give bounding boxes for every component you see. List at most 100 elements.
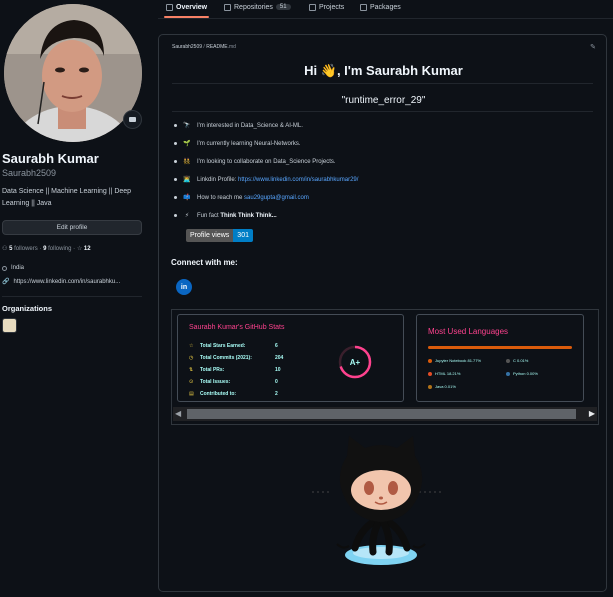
following-count: 9	[43, 246, 47, 252]
tab-packages-label: Packages	[370, 3, 401, 11]
tab-overview-label: Overview	[176, 3, 208, 11]
list-item-text: I'm interested in Data_Science & AI-ML.	[197, 122, 303, 129]
seedling-icon: 🌱	[183, 141, 191, 147]
scrollbar-thumb[interactable]	[187, 409, 576, 419]
readme-path: Saurabh2509 / README.md	[172, 44, 236, 50]
status-icon[interactable]	[123, 110, 142, 129]
language-item: HTML 18.21%	[428, 371, 460, 376]
sidebar-divider	[2, 296, 142, 297]
fun-fact-text: Think Think Think...	[220, 212, 277, 219]
stats-label: Contributed to:	[200, 391, 237, 397]
stats-value: 6	[275, 343, 278, 349]
clock-icon: ◷	[189, 355, 194, 361]
following-link[interactable]: 9 following	[43, 246, 73, 252]
stats-label: Total Stars Earned:	[200, 343, 246, 349]
location-text: India	[11, 265, 25, 271]
followers-label: followers	[14, 246, 38, 252]
stats-value: 10	[275, 367, 281, 373]
stats-label: Total PRs:	[200, 367, 225, 373]
readme-handle: "runtime_error_29"	[341, 95, 426, 106]
list-item-text: I'm currently learning Neural-Networks.	[197, 140, 301, 147]
stats-table: Saurabh Kumar's GitHub Stats ☆ Total Sta…	[171, 309, 599, 425]
technologist-icon: 👨‍💻	[183, 177, 191, 183]
list-item-text: Fun fact	[197, 212, 221, 219]
linkedin-icon[interactable]: in	[176, 279, 192, 295]
list-item: 🔭 I'm interested in Data_Science & AI-ML…	[174, 122, 303, 129]
star-icon: ☆	[189, 343, 194, 349]
tab-projects[interactable]: Projects	[309, 1, 344, 13]
languages-card[interactable]: Most Used Languages Jupyter Notebook 81.…	[416, 314, 584, 402]
stats-title: Saurabh Kumar's GitHub Stats	[189, 324, 285, 331]
avatar[interactable]	[4, 4, 142, 142]
language-item: Java 0.01%	[428, 384, 456, 389]
list-item: 📫 How to reach me sau29gupta@gmail.com	[174, 194, 309, 201]
organizations-title: Organizations	[2, 304, 53, 313]
project-icon	[309, 3, 316, 11]
profile-login: Saurabh2509	[2, 168, 57, 178]
profile-views-badge: Profile views 301	[186, 229, 253, 242]
readme-greeting: Hi 👋, I'm Saurabh Kumar	[304, 63, 463, 78]
list-item: 🌱 I'm currently learning Neural-Networks…	[174, 140, 301, 147]
stats-value: 2	[275, 391, 278, 397]
star-icon: ☆	[76, 246, 83, 252]
email-link[interactable]: sau29gupta@gmail.com	[244, 195, 309, 201]
people-icon: ⚇	[2, 246, 8, 252]
stats-value: 204	[275, 355, 284, 361]
following-label: following	[48, 246, 72, 252]
list-item: ⚡ Fun fact Think Think Think...	[174, 212, 277, 219]
stats-label: Total Commits (2021):	[200, 355, 252, 361]
edit-profile-button[interactable]: Edit profile	[2, 220, 142, 235]
followers-link[interactable]: 5 followers	[9, 246, 39, 252]
pencil-icon[interactable]: ✎	[590, 43, 596, 51]
follow-stats: ⚇ 5 followers · 9 following · ☆ 12	[2, 246, 91, 252]
scroll-right-icon[interactable]: ▶	[589, 409, 595, 419]
language-label: HTML 18.21%	[435, 371, 461, 376]
languages-title: Most Used Languages	[428, 327, 509, 336]
language-label: Java 0.01%	[435, 384, 456, 389]
grade-ring: A+	[338, 345, 372, 379]
issue-icon: ⊙	[189, 379, 194, 385]
profile-tabs: Overview Repositories 51 Projects Packag…	[158, 0, 613, 19]
linkedin-profile-link[interactable]: https://www.linkedin.com/in/saurabhkumar…	[238, 177, 358, 183]
list-item: 👯 I'm looking to collaborate on Data_Sci…	[174, 158, 336, 165]
divider	[172, 111, 593, 112]
link-icon: 🔗	[2, 279, 10, 285]
location-row: India	[2, 265, 24, 271]
stats-row: ☆ Total Stars Earned: 6	[189, 343, 278, 349]
tab-repositories[interactable]: Repositories 51	[224, 1, 291, 13]
website-row[interactable]: 🔗 https://www.linkedin.com/in/saurabhku.…	[2, 278, 120, 286]
languages-bar	[428, 346, 572, 349]
readme-path-user[interactable]: Saurabh2509	[172, 44, 202, 50]
list-item-text: How to reach me	[197, 194, 245, 201]
repo-icon: ▤	[189, 391, 194, 397]
scroll-left-icon[interactable]: ◀	[175, 409, 181, 419]
repo-icon	[224, 3, 231, 11]
pull-request-icon: ⇅	[189, 367, 194, 373]
tab-overview[interactable]: Overview	[163, 1, 210, 18]
badge-label: Profile views	[186, 229, 234, 242]
profile-bio: Data Science || Machine Learning || Deep…	[2, 188, 132, 207]
stats-value: 0	[275, 379, 278, 385]
telescope-icon: 🔭	[183, 123, 191, 129]
website-link[interactable]: https://www.linkedin.com/in/saurabhku...	[13, 279, 120, 285]
stats-row: ▤ Contributed to: 2	[189, 391, 278, 397]
mailbox-icon: 📫	[183, 195, 191, 201]
readme-path-ext: .md	[227, 44, 236, 50]
tab-projects-label: Projects	[319, 3, 345, 11]
tab-packages[interactable]: Packages	[360, 1, 401, 13]
book-icon	[166, 3, 173, 11]
language-item: C 0.01%	[506, 358, 528, 363]
readme-card: Saurabh2509 / README.md ✎ Hi 👋, I'm Saur…	[158, 34, 607, 592]
badge-value: 301	[233, 229, 253, 242]
connect-title: Connect with me:	[171, 258, 238, 267]
package-icon	[360, 3, 367, 11]
readme-path-file: README	[206, 44, 228, 50]
language-item: Python 0.00%	[506, 371, 538, 376]
github-stats-card[interactable]: Saurabh Kumar's GitHub Stats ☆ Total Sta…	[177, 314, 404, 402]
stars-count[interactable]: 12	[84, 246, 91, 252]
horizontal-scrollbar[interactable]: ◀ ▶	[173, 407, 597, 421]
list-item-text: Linkdin Profile:	[197, 176, 239, 183]
stats-row: ◷ Total Commits (2021): 204	[189, 355, 283, 361]
language-item: Jupyter Notebook 81.77%	[428, 358, 481, 363]
organization-avatar[interactable]	[2, 318, 17, 333]
